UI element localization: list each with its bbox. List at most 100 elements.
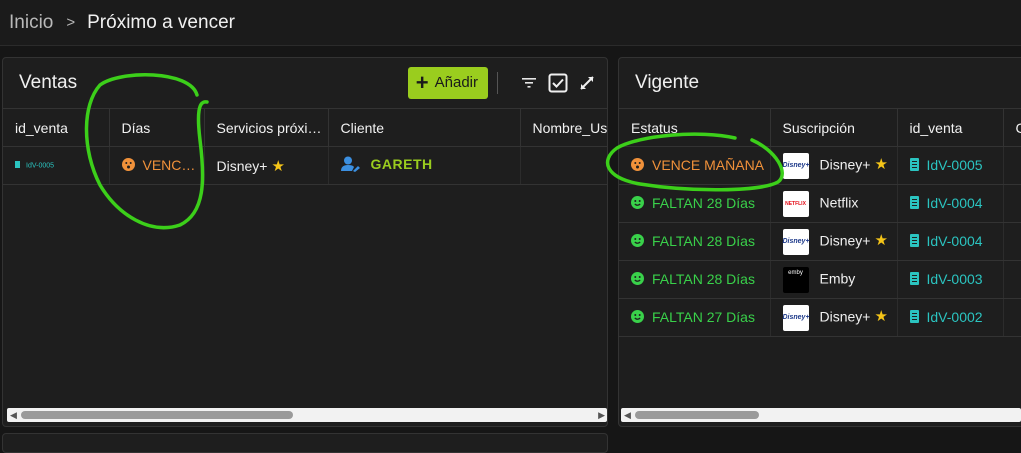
column-header-id-venta[interactable]: id_venta xyxy=(897,108,1004,147)
servicio-cell: Disney+ ★ xyxy=(204,146,329,185)
estatus-text: VENCE MAÑANA xyxy=(652,156,765,173)
column-header-nombre-usuario[interactable]: Nombre_Usu xyxy=(520,108,607,147)
plus-icon: + xyxy=(415,69,429,95)
column-header-id-venta[interactable]: id_venta xyxy=(3,108,110,147)
column-header-cliente[interactable]: Cliente xyxy=(328,108,521,147)
add-button[interactable]: + Añadir xyxy=(407,66,488,99)
receipt-icon xyxy=(909,196,919,212)
expand-icon[interactable] xyxy=(577,73,597,93)
table-row[interactable]: IdV-0005 VENCE ... Disney+ ★ GARETH xyxy=(3,146,607,185)
horizontal-scrollbar[interactable]: ◀ xyxy=(621,408,1021,422)
id-venta-cell[interactable]: IdV-0005 xyxy=(897,146,1004,185)
suscripcion-cell: Disney+ Disney+ ★ xyxy=(770,222,898,261)
select-checkbox-icon[interactable] xyxy=(548,73,568,93)
smiley-face-icon xyxy=(631,272,644,288)
column-header-dias[interactable]: Días xyxy=(109,108,205,147)
id-venta-text: IdV-0002 xyxy=(926,308,983,325)
extra-cell xyxy=(1003,184,1021,223)
estatus-text: FALTAN 28 Días xyxy=(652,270,755,287)
id-venta-text: IdV-0004 xyxy=(926,232,983,249)
breadcrumb: Inicio > Próximo a vencer xyxy=(0,0,1021,46)
table-row[interactable]: FALTAN 28 Días emby Emby IdV-0003 xyxy=(619,260,1021,299)
add-button-label: Añadir xyxy=(434,74,478,91)
id-venta-cell[interactable]: IdV-0002 xyxy=(897,298,1004,337)
table-row[interactable]: FALTAN 28 Días NETFLIX Netflix IdV-0004 xyxy=(619,184,1021,223)
suscripcion-text: Emby xyxy=(819,270,856,287)
table-row[interactable]: FALTAN 28 Días Disney+ Disney+ ★ IdV-0004 xyxy=(619,222,1021,261)
secondary-panel xyxy=(2,433,608,453)
vigente-header: Vigente xyxy=(619,58,1021,108)
emby-logo: emby xyxy=(782,266,809,293)
ventas-panel: Ventas + Añadir id_venta Días Servicios … xyxy=(2,57,608,427)
suscripcion-cell: emby Emby xyxy=(770,260,898,299)
extra-cell xyxy=(1003,298,1021,337)
breadcrumb-current: Próximo a vencer xyxy=(87,11,235,33)
table-row[interactable]: FALTAN 27 Días Disney+ Disney+ ★ IdV-0002 xyxy=(619,298,1021,337)
estatus-text: FALTAN 28 Días xyxy=(652,232,755,249)
suscripcion-cell: Disney+ Disney+ ★ xyxy=(770,298,898,337)
filter-icon[interactable] xyxy=(519,73,539,93)
star-icon: ★ xyxy=(874,156,888,174)
vigente-panel: Vigente Estatus Suscripción id_venta C V… xyxy=(618,57,1021,427)
receipt-icon xyxy=(15,161,20,170)
breadcrumb-home-link[interactable]: Inicio xyxy=(9,12,53,34)
id-venta-cell[interactable]: IdV-0004 xyxy=(897,222,1004,261)
user-edit-icon xyxy=(340,156,360,175)
column-header-estatus[interactable]: Estatus xyxy=(619,108,771,147)
id-venta-cell[interactable]: IdV-0003 xyxy=(897,260,1004,299)
smiley-face-icon xyxy=(631,234,644,250)
column-header-c[interactable]: C xyxy=(1003,108,1021,147)
estatus-cell: FALTAN 28 Días xyxy=(619,222,771,261)
star-icon: ★ xyxy=(271,157,285,175)
ventas-table: id_venta Días Servicios próxim... Client… xyxy=(3,108,607,185)
ventas-header-row: id_venta Días Servicios próxim... Client… xyxy=(3,108,607,147)
estatus-cell: VENCE MAÑANA xyxy=(619,146,771,185)
id-venta-cell[interactable]: IdV-0005 xyxy=(3,146,110,185)
id-venta-text: IdV-0003 xyxy=(926,270,983,287)
receipt-icon xyxy=(909,310,919,326)
vigente-header-row: Estatus Suscripción id_venta C xyxy=(619,108,1021,147)
scrollbar-thumb[interactable] xyxy=(21,411,293,419)
dias-cell: VENCE ... xyxy=(109,146,205,185)
receipt-icon xyxy=(909,272,919,288)
smiley-face-icon xyxy=(631,196,644,212)
ventas-toolbar: + Añadir xyxy=(407,66,597,99)
servicio-text: Disney+ xyxy=(216,157,268,174)
suscripcion-text: Disney+ xyxy=(819,308,871,325)
scroll-left-arrow-icon[interactable]: ◀ xyxy=(624,410,631,421)
scrollbar-thumb[interactable] xyxy=(635,411,759,419)
netflix-logo: NETFLIX xyxy=(782,190,809,217)
nombre-usuario-cell xyxy=(520,146,607,185)
disney-logo: Disney+ xyxy=(782,152,810,179)
estatus-text: FALTAN 27 Días xyxy=(652,308,755,325)
vigente-table: Estatus Suscripción id_venta C VENCE MAÑ… xyxy=(619,108,1021,337)
vigente-title: Vigente xyxy=(635,72,700,93)
estatus-cell: FALTAN 27 Días xyxy=(619,298,771,337)
column-header-servicios[interactable]: Servicios próxim... xyxy=(204,108,329,147)
suscripcion-cell: Disney+ Disney+ ★ xyxy=(770,146,898,185)
column-header-suscripcion[interactable]: Suscripción xyxy=(770,108,898,147)
star-icon: ★ xyxy=(874,308,888,326)
table-row[interactable]: VENCE MAÑANA Disney+ Disney+ ★ IdV-0005 xyxy=(619,146,1021,185)
ventas-title: Ventas xyxy=(19,72,78,93)
id-venta-text: IdV-0005 xyxy=(926,156,983,173)
surprised-face-icon xyxy=(121,158,135,174)
extra-cell xyxy=(1003,222,1021,261)
disney-logo: Disney+ xyxy=(782,304,810,331)
disney-logo: Disney+ xyxy=(782,228,810,255)
dias-text: VENCE ... xyxy=(142,156,204,173)
horizontal-scrollbar[interactable]: ◀ ▶ xyxy=(7,408,607,422)
surprised-face-icon xyxy=(631,158,644,174)
suscripcion-text: Netflix xyxy=(819,194,859,211)
scroll-right-arrow-icon[interactable]: ▶ xyxy=(598,410,605,421)
id-venta-text: IdV-0004 xyxy=(926,194,983,211)
suscripcion-text: Disney+ xyxy=(819,156,871,173)
suscripcion-cell: NETFLIX Netflix xyxy=(770,184,898,223)
id-venta-cell[interactable]: IdV-0004 xyxy=(897,184,1004,223)
scroll-left-arrow-icon[interactable]: ◀ xyxy=(10,410,17,421)
estatus-text: FALTAN 28 Días xyxy=(652,194,755,211)
cliente-text: GARETH xyxy=(370,156,433,173)
cliente-cell[interactable]: GARETH xyxy=(328,146,521,185)
id-venta-text: IdV-0005 xyxy=(26,162,55,170)
receipt-icon xyxy=(909,234,919,250)
